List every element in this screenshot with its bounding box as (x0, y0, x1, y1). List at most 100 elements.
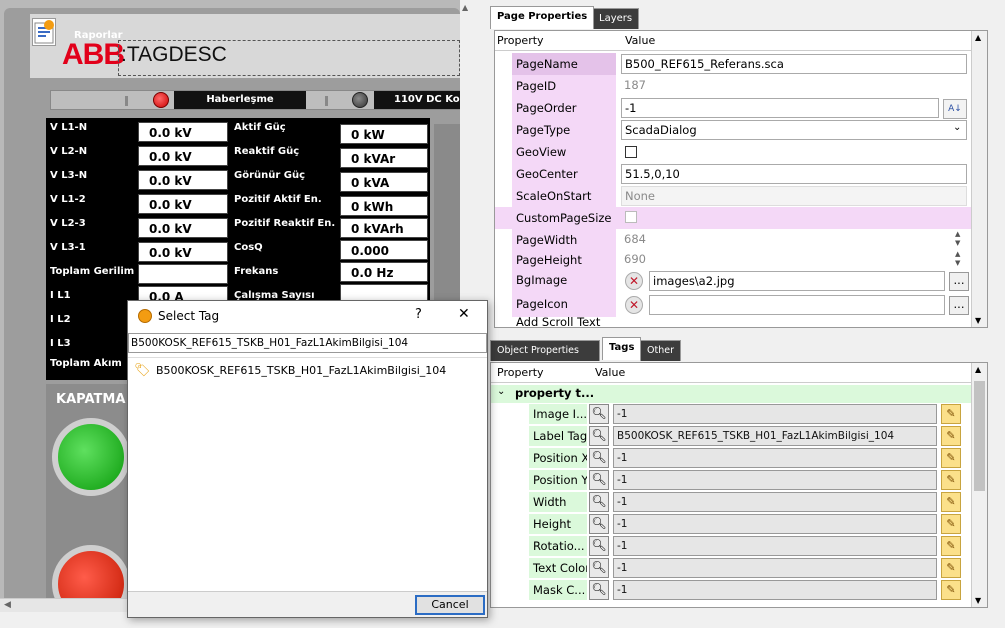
search-icon[interactable]: 🔍︎ (589, 536, 609, 556)
page-properties-grid: Property Value PageName B500_REF615_Refe… (494, 30, 988, 328)
scroll-thumb[interactable] (974, 381, 985, 491)
prop-name: PageIcon (512, 293, 616, 317)
meas-label: V L3-N (50, 170, 88, 181)
tag-row[interactable]: Image I... 🔍︎ -1 ✎ (491, 403, 971, 425)
prop-row[interactable]: PageIcon ✕ ... (495, 293, 971, 317)
tag-value[interactable]: -1 (613, 404, 937, 424)
dialog-title: Select Tag (158, 309, 220, 323)
tag-value[interactable]: -1 (613, 514, 937, 534)
tag-row[interactable]: Mask C... 🔍︎ -1 ✎ (491, 579, 971, 601)
prop-row[interactable]: GeoCenter 51.5,0,10 (495, 163, 971, 185)
report-icon[interactable] (32, 18, 56, 46)
search-icon[interactable]: 🔍︎ (589, 558, 609, 578)
custom-size-checkbox[interactable] (625, 211, 637, 223)
tag-row[interactable]: Label Tag 🔍︎ B500KOSK_REF615_TSKB_H01_Fa… (491, 425, 971, 447)
tab-object-properties[interactable]: Object Properties (490, 340, 600, 361)
edit-icon[interactable]: ✎ (941, 448, 961, 468)
tag-search-input[interactable]: B500KOSK_REF615_TSKB_H01_FazL1AkimBilgis… (128, 333, 487, 353)
tag-name: Mask C... (529, 580, 587, 600)
clear-icon[interactable]: ✕ (625, 296, 643, 314)
tag-row[interactable]: Width 🔍︎ -1 ✎ (491, 491, 971, 513)
page-width-value: 684 (624, 232, 646, 246)
tag-value[interactable]: B500KOSK_REF615_TSKB_H01_FazL1AkimBilgis… (613, 426, 937, 446)
prop-row[interactable]: GeoView (495, 141, 971, 163)
meas-value: 0.0 kV (138, 170, 228, 190)
prop-row[interactable]: PageName B500_REF615_Referans.sca (495, 53, 971, 75)
edit-icon[interactable]: ✎ (941, 580, 961, 600)
tag-row[interactable]: Position Y 🔍︎ -1 ✎ (491, 469, 971, 491)
meas-label: Toplam Akım (50, 358, 122, 369)
tag-row[interactable]: Text Color 🔍︎ -1 ✎ (491, 557, 971, 579)
edit-icon[interactable]: ✎ (941, 404, 961, 424)
edit-icon[interactable]: ✎ (941, 536, 961, 556)
clear-icon[interactable]: ✕ (625, 272, 643, 290)
green-close-button[interactable] (52, 418, 130, 496)
search-icon[interactable]: 🔍︎ (589, 514, 609, 534)
scroll-left-icon[interactable]: ◀ (4, 600, 11, 610)
edit-icon[interactable]: ✎ (941, 558, 961, 578)
meas-label: I L2 (50, 314, 71, 325)
header-value: Value (595, 366, 626, 379)
search-icon[interactable]: 🔍︎ (589, 448, 609, 468)
search-icon[interactable]: 🔍︎ (589, 492, 609, 512)
group-row[interactable]: ⌄ property t... (491, 385, 971, 403)
geo-center-field[interactable]: 51.5,0,10 (621, 164, 967, 184)
tab-layers[interactable]: Layers (592, 8, 640, 29)
sort-icon[interactable]: A↓ (943, 99, 967, 119)
prop-row[interactable]: BgImage ✕ images\a2.jpg ... (495, 269, 971, 293)
page-name-field[interactable]: B500_REF615_Referans.sca (621, 54, 967, 74)
close-icon[interactable]: ✕ (458, 306, 470, 322)
browse-button[interactable]: ... (949, 296, 969, 315)
prop-row[interactable]: Add Scroll Text (495, 317, 971, 329)
search-icon[interactable]: 🔍︎ (589, 580, 609, 600)
geoview-checkbox[interactable] (625, 146, 637, 158)
tag-value[interactable]: -1 (613, 580, 937, 600)
tag-value[interactable]: -1 (613, 492, 937, 512)
tab-tags[interactable]: Tags (602, 337, 642, 360)
tag-value[interactable]: -1 (613, 448, 937, 468)
edit-icon[interactable]: ✎ (941, 470, 961, 490)
tag-name: Text Color (529, 558, 587, 578)
tab-other[interactable]: Other (640, 340, 681, 361)
scroll-up-icon[interactable]: ▲ (975, 33, 981, 42)
prop-row: PageHeight 690 ▲ ▼ (495, 249, 971, 271)
scroll-up-icon[interactable]: ▲ (975, 365, 981, 374)
tag-name: Image I... (529, 404, 587, 424)
tag-name: Height (529, 514, 587, 534)
prop-row[interactable]: CustomPageSize (495, 207, 971, 229)
prop-row[interactable]: PageOrder -1 A↓ (495, 97, 971, 119)
scroll-down-icon[interactable]: ▼ (975, 316, 981, 325)
browse-button[interactable]: ... (949, 272, 969, 291)
tag-value[interactable]: -1 (613, 558, 937, 578)
tag-value[interactable]: -1 (613, 536, 937, 556)
search-icon[interactable]: 🔍︎ (589, 404, 609, 424)
edit-icon[interactable]: ✎ (941, 514, 961, 534)
chevron-down-icon[interactable]: ⌄ (953, 122, 961, 133)
prop-name: PageHeight (512, 249, 616, 271)
search-icon[interactable]: 🔍︎ (589, 470, 609, 490)
page-type-select[interactable]: ScadaDialog (621, 120, 967, 140)
tag-row[interactable]: Position X 🔍︎ -1 ✎ (491, 447, 971, 469)
scroll-down-icon[interactable]: ▼ (975, 596, 981, 605)
tags-scrollbar[interactable]: ▲ ▼ (971, 363, 987, 607)
edit-icon[interactable]: ✎ (941, 426, 961, 446)
search-icon[interactable]: 🔍︎ (589, 426, 609, 446)
meas-value: 0 kVArh (340, 218, 428, 238)
tag-value[interactable]: -1 (613, 470, 937, 490)
page-icon-field[interactable] (649, 295, 945, 315)
cancel-button[interactable]: Cancel (415, 595, 485, 615)
chevron-down-icon[interactable]: ⌄ (497, 386, 505, 397)
tag-row[interactable]: Height 🔍︎ -1 ✎ (491, 513, 971, 535)
tag-description[interactable]: :TAGDESC (118, 40, 460, 76)
prop-row[interactable]: PageType ScadaDialog ⌄ (495, 119, 971, 141)
tag-result-list: 🏷︎ B500KOSK_REF615_TSKB_H01_FazL1AkimBil… (128, 357, 487, 591)
list-item[interactable]: 🏷︎ B500KOSK_REF615_TSKB_H01_FazL1AkimBil… (132, 362, 482, 380)
tag-row[interactable]: Rotatio... 🔍︎ -1 ✎ (491, 535, 971, 557)
page-order-field[interactable]: -1 (621, 98, 939, 118)
bg-image-field[interactable]: images\a2.jpg (649, 271, 945, 291)
grid-header: Property Value (495, 31, 971, 51)
tab-page-properties[interactable]: Page Properties (490, 6, 595, 29)
edit-icon[interactable]: ✎ (941, 492, 961, 512)
help-icon[interactable]: ? (415, 307, 422, 322)
page-props-scrollbar[interactable]: ▲ ▼ (971, 31, 987, 327)
